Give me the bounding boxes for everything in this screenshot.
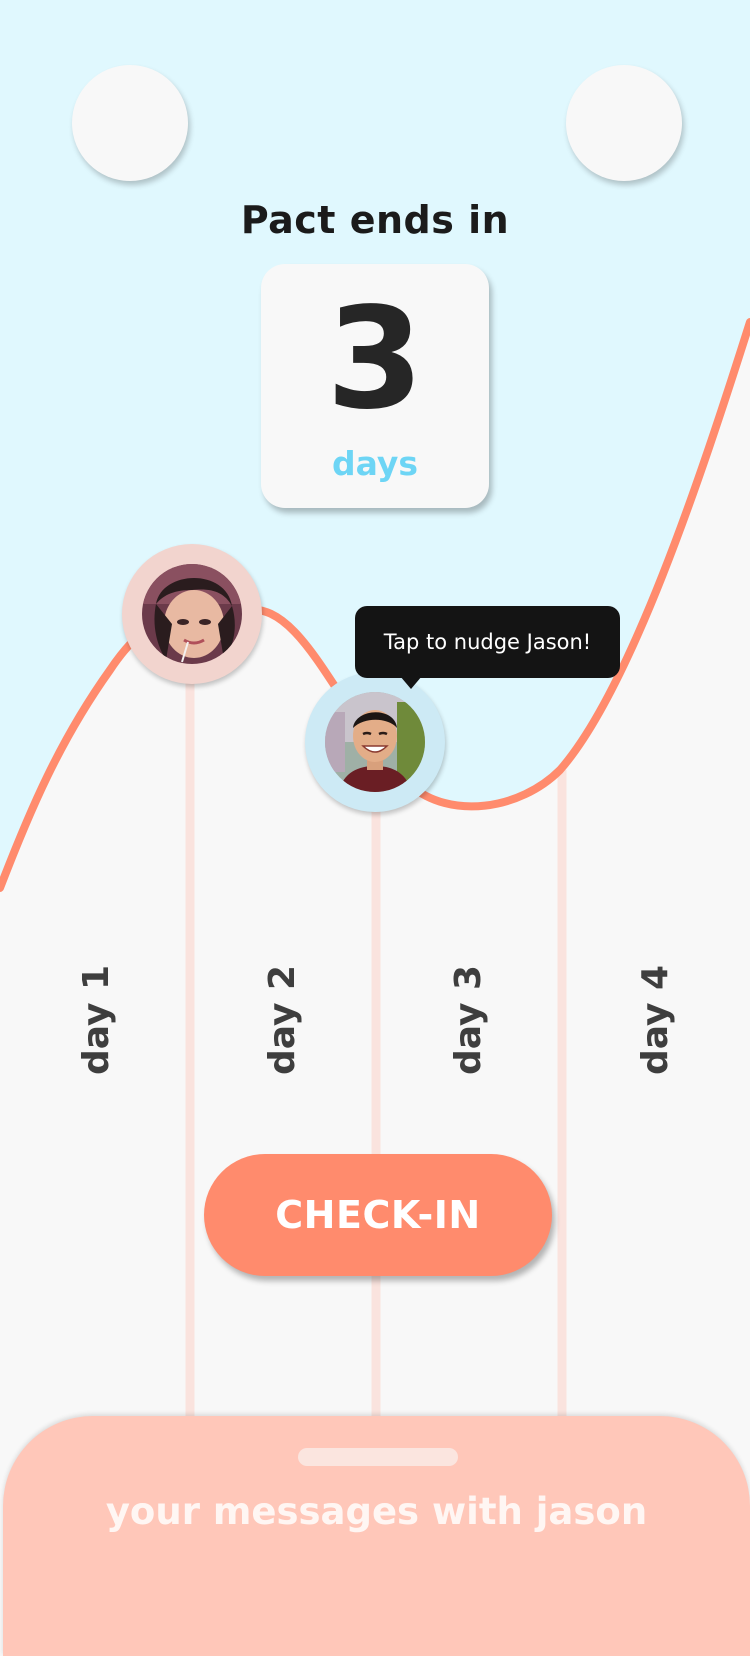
day-label-3: day 3 [448, 965, 489, 1076]
tooltip-arrow [400, 676, 422, 689]
check-in-button[interactable]: CHECK-IN [204, 1154, 552, 1276]
day-label-1: day 1 [76, 965, 117, 1076]
progress-background [0, 0, 750, 1416]
day-label-2: day 2 [262, 965, 303, 1076]
nudge-tooltip[interactable]: Tap to nudge Jason! [355, 606, 620, 678]
jason-avatar[interactable] [305, 672, 445, 812]
user-photo-icon [142, 564, 242, 664]
messages-sheet-title: your messages with jason [105, 1490, 648, 1533]
friend-photo-icon [325, 692, 425, 792]
countdown-card: 3 days [261, 264, 489, 508]
page-title: Pact ends in [240, 198, 510, 242]
settings-button[interactable] [566, 65, 682, 181]
countdown-unit: days [331, 444, 419, 483]
sheet-drag-handle[interactable] [298, 1448, 458, 1466]
messages-sheet[interactable]: your messages with jason [3, 1416, 750, 1656]
countdown-value: 3 [326, 278, 424, 441]
day-label-4: day 4 [635, 965, 676, 1076]
profile-button[interactable] [72, 65, 188, 181]
my-avatar[interactable] [122, 544, 262, 684]
